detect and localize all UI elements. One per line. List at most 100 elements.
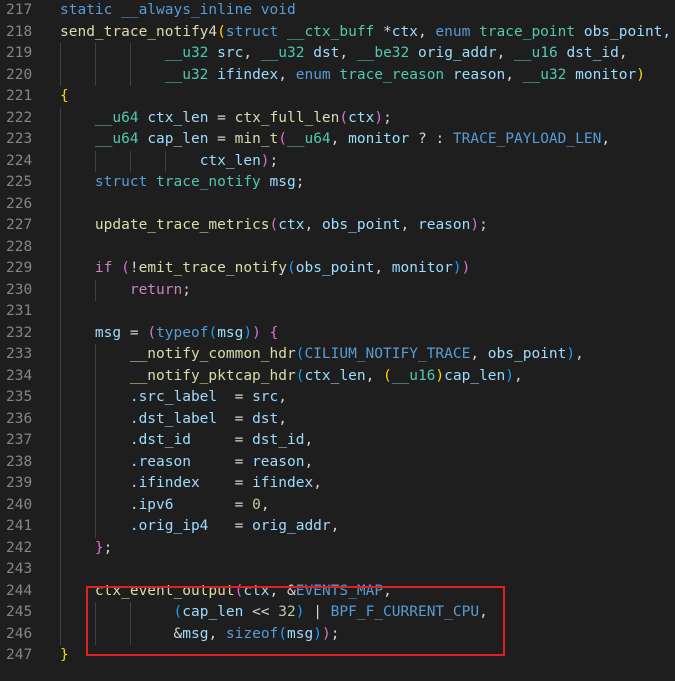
- code-token: obs_point: [295, 260, 375, 276]
- code-token: ,: [330, 131, 349, 147]
- code-line[interactable]: 239 .ifindex = ifindex,: [0, 473, 675, 495]
- code-text[interactable]: {: [60, 86, 69, 108]
- code-line[interactable]: 240 .ipv6 = 0,: [0, 495, 675, 517]
- code-token: ): [243, 324, 253, 341]
- code-text[interactable]: update_trace_metrics(ctx, obs_point, rea…: [60, 215, 488, 237]
- line-number: 234: [6, 367, 33, 384]
- code-text[interactable]: return;: [60, 280, 191, 302]
- code-text[interactable]: .dst_id = dst_id,: [60, 430, 313, 452]
- code-line[interactable]: 223 __u64 cap_len = min_t(__u64, monitor…: [0, 129, 675, 151]
- line-number: 218: [6, 23, 33, 40]
- code-text[interactable]: send_trace_notify4(struct __ctx_buff *ct…: [60, 22, 671, 44]
- code-token: .orig_ip4: [129, 518, 209, 534]
- code-line[interactable]: 218 send_trace_notify4(struct __ctx_buff …: [0, 22, 675, 44]
- code-token: __u32: [260, 45, 314, 61]
- code-line[interactable]: 228: [0, 237, 675, 259]
- code-token: ctx: [391, 23, 418, 40]
- code-token: cap_len: [147, 131, 209, 147]
- code-line[interactable]: 234 __notify_pktcap_hdr(ctx_len, (__u16)…: [0, 366, 675, 388]
- code-token: msg: [287, 625, 314, 642]
- line-number: 221: [6, 88, 33, 104]
- code-token: =: [208, 131, 235, 147]
- code-line[interactable]: 224 ctx_len);: [0, 151, 675, 173]
- code-token: ,: [304, 217, 322, 233]
- code-line[interactable]: 221 {: [0, 86, 675, 108]
- line-number: 238: [6, 453, 33, 470]
- line-number: 225: [6, 174, 33, 190]
- code-token: ): [452, 260, 462, 276]
- code-line[interactable]: 238 .reason = reason,: [0, 452, 675, 474]
- indent-guide: [94, 279, 96, 301]
- code-line[interactable]: 227 update_trace_metrics(ctx, obs_point,…: [0, 215, 675, 237]
- code-text[interactable]: static __always_inline void: [60, 0, 296, 22]
- code-line[interactable]: 222 __u64 ctx_len = ctx_full_len(ctx);: [0, 108, 675, 130]
- code-text[interactable]: __u32 ifindex, enum trace_reason reason,…: [60, 65, 645, 87]
- code-token: ctx: [348, 109, 375, 126]
- code-text[interactable]: if (!emit_trace_notify(obs_point, monito…: [60, 258, 470, 280]
- code-line[interactable]: 217 static __always_inline void: [0, 0, 675, 22]
- code-line[interactable]: 230 return;: [0, 280, 675, 302]
- code-text[interactable]: ctx_event_output(ctx, &EVENTS_MAP,: [60, 581, 392, 603]
- code-token: (: [173, 604, 183, 620]
- code-text[interactable]: .reason = reason,: [60, 452, 313, 474]
- code-text[interactable]: .ifindex = ifindex,: [60, 473, 322, 495]
- code-line[interactable]: 219 __u32 src, __u32 dst, __be32 orig_ad…: [0, 43, 675, 65]
- line-number: 230: [6, 281, 33, 298]
- code-text[interactable]: __u64 cap_len = min_t(__u64, monitor ? :…: [60, 129, 610, 151]
- code-token: typeof: [156, 324, 209, 341]
- code-text[interactable]: ctx_len);: [60, 151, 279, 173]
- code-text[interactable]: __notify_common_hdr(CILIUM_NOTIFY_TRACE,…: [60, 344, 584, 366]
- code-line[interactable]: 242 };: [0, 538, 675, 560]
- code-text[interactable]: struct trace_notify msg;: [60, 172, 305, 194]
- code-line[interactable]: 246 &msg, sizeof(msg));: [0, 624, 675, 646]
- code-line[interactable]: 243: [0, 559, 675, 581]
- code-token: ,: [374, 260, 392, 276]
- code-line[interactable]: 236 .dst_label = dst,: [0, 409, 675, 431]
- code-text[interactable]: .orig_ip4 = orig_addr,: [60, 516, 340, 538]
- code-token: dst_id: [252, 432, 305, 448]
- code-text[interactable]: &msg, sizeof(msg));: [60, 624, 340, 646]
- code-text[interactable]: }: [60, 645, 69, 667]
- code-token: __always_inline: [121, 2, 261, 18]
- code-text[interactable]: msg = (typeof(msg)) {: [60, 323, 278, 345]
- code-line[interactable]: 245 (cap_len << 32) | BPF_F_CURRENT_CPU,: [0, 602, 675, 624]
- code-text[interactable]: __u64 ctx_len = ctx_full_len(ctx);: [60, 108, 392, 130]
- code-token: monitor: [391, 260, 453, 276]
- code-token: |: [304, 604, 331, 620]
- code-line[interactable]: 220 __u32 ifindex, enum trace_reason rea…: [0, 65, 675, 87]
- code-line[interactable]: 232 msg = (typeof(msg)) {: [0, 323, 675, 345]
- line-number: 245: [6, 604, 33, 620]
- code-token: ,: [514, 367, 523, 384]
- code-text[interactable]: };: [60, 538, 112, 560]
- code-line[interactable]: 247}: [0, 645, 675, 667]
- indent-guide: [94, 602, 96, 645]
- code-text[interactable]: __u32 src, __u32 dst, __be32 orig_addr, …: [60, 43, 628, 65]
- code-line[interactable]: 235 .src_label = src,: [0, 387, 675, 409]
- code-line[interactable]: 233 __notify_common_hdr(CILIUM_NOTIFY_TR…: [0, 344, 675, 366]
- code-editor[interactable]: 217 static __always_inline void 218 send_tr…: [0, 0, 675, 681]
- code-token: ,: [278, 66, 296, 83]
- code-line[interactable]: 237 .dst_id = dst_id,: [0, 430, 675, 452]
- code-line[interactable]: 225 struct trace_notify msg;: [0, 172, 675, 194]
- line-number: 246: [6, 625, 33, 642]
- code-text[interactable]: __notify_pktcap_hdr(ctx_len, (__u16)cap_…: [60, 366, 523, 388]
- code-line[interactable]: 229 if (!emit_trace_notify(obs_point, mo…: [0, 258, 675, 280]
- code-text[interactable]: .ipv6 = 0,: [60, 495, 270, 517]
- code-token: ,: [304, 453, 314, 470]
- code-line[interactable]: 241 .orig_ip4 = orig_addr,: [0, 516, 675, 538]
- code-line[interactable]: 226: [0, 194, 675, 216]
- code-token: dst: [252, 410, 279, 427]
- code-token: ;: [295, 174, 305, 190]
- code-token: struct: [225, 23, 287, 40]
- code-line[interactable]: 244 ctx_event_output(ctx, &EVENTS_MAP,: [0, 581, 675, 603]
- code-text[interactable]: (cap_len << 32) | BPF_F_CURRENT_CPU,: [60, 602, 488, 624]
- code-line[interactable]: 231: [0, 301, 675, 323]
- code-token: __u16: [391, 367, 436, 384]
